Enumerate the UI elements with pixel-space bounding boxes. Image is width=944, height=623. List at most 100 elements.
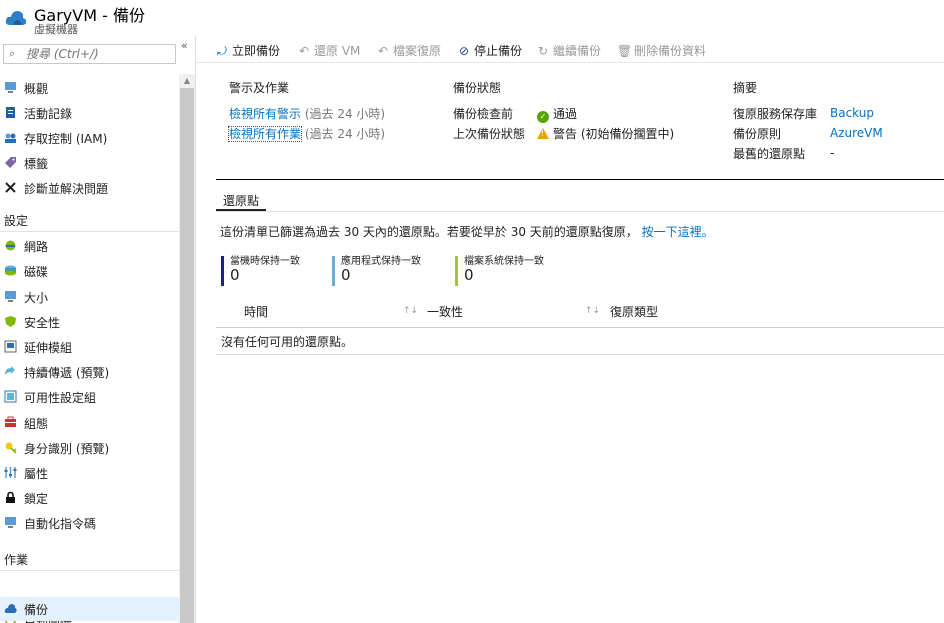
sidebar-item-locks[interactable]: 鎖定 — [0, 486, 179, 510]
column-header-consistency[interactable]: 一致性 — [427, 303, 463, 320]
delete-backup-data-button[interactable]: 🗑 刪除備份資料 — [617, 42, 706, 59]
sidebar-item-overview[interactable]: 概觀 — [0, 76, 179, 100]
command-bar: ⤾ 立即備份 ↶ 還原 VM ↶ 檔案復原 ⊘ 停止備份 ↻ 繼續備份 🗑 刪除備份資料 — [196, 36, 944, 63]
resume-icon: ↻ — [537, 44, 549, 58]
network-icon — [5, 240, 16, 251]
sidebar-item-configuration[interactable]: 組態 — [0, 411, 179, 435]
sidebar-item-label: 標籤 — [24, 157, 49, 171]
empty-table-message: 沒有任何可用的還原點。 — [221, 335, 354, 349]
crash-consistent-tile[interactable]: 當機時保持一致 0 — [221, 256, 300, 286]
app-consistent-count: 0 — [341, 266, 351, 284]
app-consistent-tile[interactable]: 應用程式保持一致 0 — [332, 256, 421, 286]
sidebar-item-activity-log[interactable]: 活動記錄 — [0, 101, 179, 125]
oldest-point-label: 最舊的還原點 — [733, 147, 806, 161]
sidebar-item-disks[interactable]: 磁碟 — [0, 259, 179, 283]
sidebar-item-label: 存取控制 (IAM) — [24, 132, 108, 146]
restore-icon: ↶ — [298, 44, 310, 58]
fs-consistent-tile[interactable]: 檔案系統保持一致 0 — [455, 256, 544, 286]
sidebar-item-diagnose[interactable]: 診斷並解決問題 — [0, 176, 179, 200]
disk-icon — [5, 265, 16, 276]
resume-backup-button[interactable]: ↻ 繼續備份 — [536, 42, 601, 59]
sidebar-item-backup[interactable]: 備份 — [0, 597, 179, 621]
backup-now-button[interactable]: ⤾ 立即備份 — [215, 42, 280, 59]
sidebar-item-tags[interactable]: 標籤 — [0, 151, 179, 175]
section-heading-operations: 作業 — [4, 553, 29, 567]
sidebar-search[interactable]: ⌕ — [3, 44, 176, 64]
sidebar-item-identity[interactable]: 身分識別 (預覽) — [0, 436, 179, 460]
stop-backup-button[interactable]: ⊘ 停止備份 — [457, 42, 522, 59]
last-status-value[interactable]: ! 警告 (初始備份擱置中) — [537, 125, 674, 142]
continuous-delivery-icon — [5, 366, 15, 375]
sidebar-item-availability-set[interactable]: 可用性設定組 — [0, 385, 179, 409]
sidebar-item-label: 概觀 — [24, 82, 49, 96]
tab-restore-points[interactable]: 還原點 — [216, 189, 267, 211]
backup-status-heading: 備份狀態 — [453, 81, 502, 95]
sidebar-item-extensions[interactable]: 延伸模組 — [0, 335, 179, 359]
sidebar-item-label: 診斷並解決問題 — [24, 182, 109, 196]
table-header-divider — [216, 327, 944, 328]
scroll-up-arrow-icon[interactable]: ▲ — [179, 74, 195, 88]
backup-cloud-icon — [4, 604, 17, 613]
section-divider — [0, 231, 179, 232]
sidebar-item-size[interactable]: 大小 — [0, 285, 179, 309]
column-header-time[interactable]: 時間 — [244, 303, 268, 320]
sidebar-item-label: 可用性設定組 — [24, 391, 97, 405]
restore-icon: ↶ — [377, 44, 389, 58]
sidebar-item-automation-script[interactable]: 自動化指令碼 — [0, 511, 179, 535]
sidebar-item-label: 磁碟 — [24, 265, 49, 279]
column-header-recovery-type[interactable]: 復原類型 — [610, 303, 658, 320]
view-all-alerts-link[interactable]: 檢視所有警示 — [229, 107, 301, 121]
search-input[interactable] — [26, 46, 171, 62]
sidebar-item-label: 組態 — [24, 417, 49, 431]
trash-icon: 🗑 — [617, 44, 633, 58]
sidebar-item-properties[interactable]: 屬性 — [0, 461, 179, 485]
older-restore-points-link[interactable]: 按一下這裡。 — [642, 225, 714, 239]
tab-underline — [216, 211, 944, 212]
section-heading-settings: 設定 — [4, 214, 29, 228]
sidebar-item-label: 備份 — [24, 603, 49, 617]
file-recovery-button[interactable]: ↶ 檔案復原 — [376, 42, 441, 59]
restore-points-info: 這份清單已篩選為過去 30 天內的還原點。若要從早於 30 天前的還原點復原， … — [220, 225, 714, 239]
sidebar-item-iam[interactable]: 存取控制 (IAM) — [0, 126, 179, 150]
backup-blade-content: 警示及作業 檢視所有警示 (過去 24 小時) 檢視所有作業 (過去 24 小時… — [196, 63, 944, 623]
availability-set-icon — [4, 390, 17, 403]
sort-icon[interactable]: ↑↓ — [403, 306, 418, 316]
identity-icon — [5, 442, 17, 454]
shield-icon — [5, 316, 16, 327]
policy-link[interactable]: AzureVM — [830, 126, 883, 140]
extensions-icon — [4, 340, 17, 353]
sidebar-item-label: 屬性 — [24, 467, 49, 481]
properties-icon — [4, 467, 17, 478]
sidebar-scroll-thumb[interactable] — [180, 88, 194, 623]
warning-icon: ! — [537, 128, 549, 139]
sidebar-item-security[interactable]: 安全性 — [0, 310, 179, 334]
sidebar-item-label: 鎖定 — [24, 492, 49, 506]
table-bottom-divider — [216, 354, 944, 355]
collapse-sidebar-button[interactable]: « — [181, 39, 188, 52]
fs-consistent-count: 0 — [464, 266, 474, 284]
sort-icon[interactable]: ↑↓ — [585, 306, 600, 316]
sidebar-item-label: 持續傳遞 (預覽) — [24, 366, 110, 380]
sidebar-item-networking[interactable]: 網路 — [0, 234, 179, 258]
vault-link[interactable]: Backup — [830, 106, 874, 120]
backup-now-icon: ⤾ — [217, 44, 227, 58]
page-subtitle: 虛擬機器 — [34, 23, 78, 36]
crash-consistent-count: 0 — [230, 266, 240, 284]
sidebar-item-label: 自動化指令碼 — [24, 517, 97, 531]
blade-header: GaryVM - 備份 虛擬機器 — [0, 0, 944, 36]
sidebar-item-continuous-delivery[interactable]: 持續傳遞 (預覽) — [0, 360, 179, 384]
view-all-jobs-link[interactable]: 檢視所有作業 — [227, 126, 303, 142]
sidebar-item-label: 延伸模組 — [24, 341, 73, 355]
view-jobs-row: 檢視所有作業 (過去 24 小時) — [227, 126, 386, 142]
view-alerts-row: 檢視所有警示 (過去 24 小時) — [229, 107, 386, 121]
precheck-label: 備份檢查前 — [453, 107, 514, 121]
alerts-heading: 警示及作業 — [229, 81, 290, 95]
summary-heading: 摘要 — [733, 81, 758, 95]
activity-log-icon — [6, 107, 15, 118]
section-divider — [0, 570, 179, 571]
restore-vm-button[interactable]: ↶ 還原 VM — [297, 42, 360, 59]
sidebar-item-label: 活動記錄 — [24, 107, 73, 121]
vm-cloud-icon — [5, 11, 27, 25]
sidebar-item-label: 安全性 — [24, 316, 61, 330]
oldest-point-value: - — [830, 146, 835, 160]
